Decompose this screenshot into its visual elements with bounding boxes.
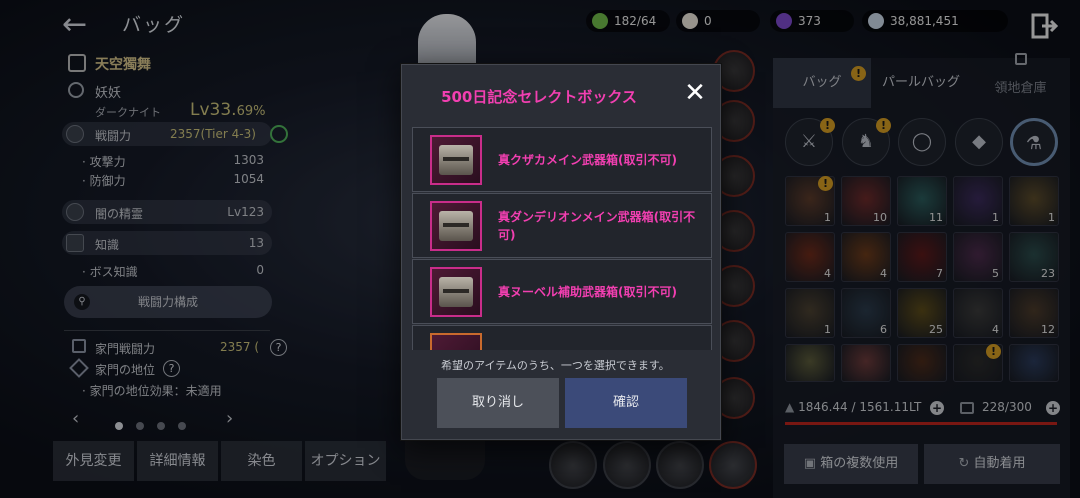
list-item[interactable]: 真ダンデリオンメイン武器箱(取引不可) xyxy=(412,193,712,258)
modal-description: 希望のアイテムのうち、一つを選択できます。 xyxy=(441,359,670,372)
item-label: 真ダンデリオンメイン武器箱(取引不可) xyxy=(498,209,696,242)
cancel-button[interactable]: 取り消し xyxy=(437,378,559,428)
item-label: 真クザカメイン武器箱(取引不可) xyxy=(498,152,677,167)
reward-list: 真クザカメイン武器箱(取引不可) 真ダンデリオンメイン武器箱(取引不可) 真ヌー… xyxy=(412,127,712,350)
close-icon[interactable]: ✕ xyxy=(682,80,708,106)
weapon-box-icon xyxy=(430,135,482,185)
modal-title: 500日記念セレクトボックス xyxy=(441,88,637,106)
list-item[interactable] xyxy=(412,325,712,350)
weapon-box-icon xyxy=(430,267,482,317)
box-icon xyxy=(430,333,482,350)
list-item[interactable]: 真ヌーベル補助武器箱(取引不可) xyxy=(412,259,712,324)
item-label: 真ヌーベル補助武器箱(取引不可) xyxy=(498,284,677,299)
list-item[interactable]: 真クザカメイン武器箱(取引不可) xyxy=(412,127,712,192)
confirm-button[interactable]: 確認 xyxy=(565,378,687,428)
weapon-box-icon xyxy=(430,201,482,251)
